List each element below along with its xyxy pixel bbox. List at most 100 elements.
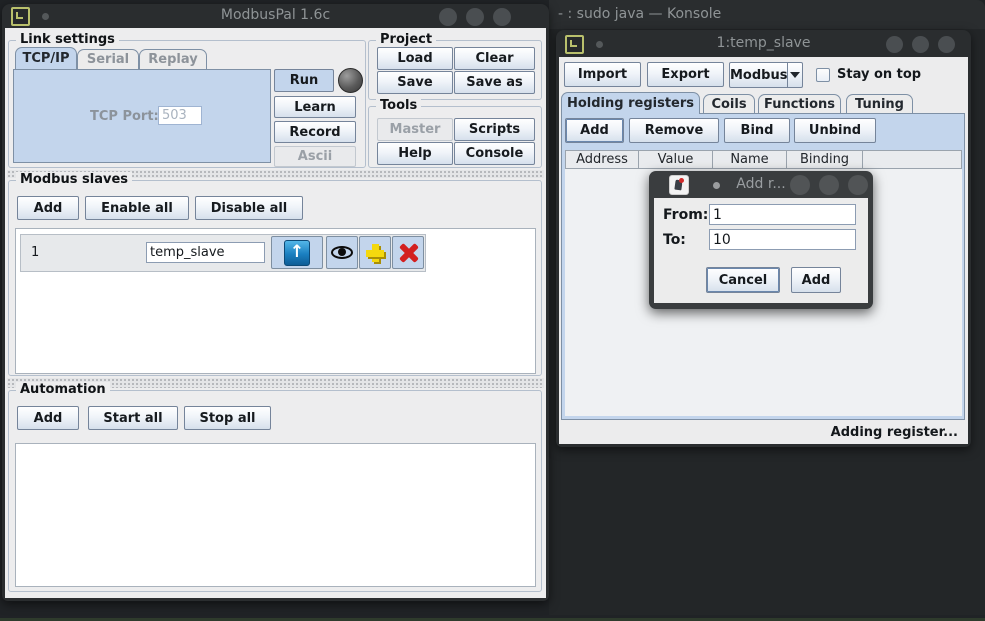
load-button[interactable]: Load (377, 47, 453, 70)
save-button[interactable]: Save (377, 71, 453, 94)
from-input[interactable] (709, 204, 856, 225)
add-register-button[interactable]: Add (565, 118, 624, 143)
column-header[interactable]: Address (565, 150, 639, 169)
project-group: Project Load Clear Save Save as (368, 40, 542, 100)
unbind-button[interactable]: Unbind (794, 118, 876, 143)
stay-on-top-checkbox[interactable] (816, 68, 830, 82)
tcpip-panel: TCP Port: (13, 69, 271, 163)
tcp-port-label: TCP Port: (90, 109, 159, 124)
tab-holding-registers[interactable]: Holding registers (561, 92, 700, 114)
tools-group: Tools Master Scripts Help Console (368, 106, 542, 168)
window-control-icon[interactable] (466, 8, 484, 26)
learn-button[interactable]: Learn (274, 96, 356, 118)
ascii-button: Ascii (274, 146, 356, 167)
tab-functions[interactable]: Functions (758, 94, 841, 114)
save-as-button[interactable]: Save as (454, 71, 535, 94)
run-status-led-icon (338, 68, 363, 93)
slave-id: 1 (31, 245, 39, 260)
tab-coils[interactable]: Coils (703, 94, 755, 114)
window-control-icon[interactable] (439, 8, 457, 26)
clear-button[interactable]: Clear (454, 47, 535, 70)
run-button[interactable]: Run (274, 69, 334, 92)
slaves-list: 1 ↑ (15, 228, 536, 374)
stop-all-button[interactable]: Stop all (184, 406, 271, 430)
modbuspal-content: Link settings TCP/IP Serial Replay TCP P… (5, 28, 546, 598)
scripts-button[interactable]: Scripts (454, 118, 535, 141)
window-control-icon[interactable] (938, 36, 955, 53)
window-control-icon[interactable] (819, 175, 839, 195)
app-icon (11, 7, 30, 26)
dialog-app-icon (669, 175, 689, 195)
record-button[interactable]: Record (274, 121, 356, 143)
registers-table-header: Address Value Name Binding (565, 150, 962, 169)
modbus-slaves-title: Modbus slaves (16, 172, 132, 188)
stay-on-top-label: Stay on top (837, 67, 921, 82)
column-header[interactable]: Binding (787, 150, 863, 169)
titlebar-dot-icon (42, 13, 49, 20)
protocol-selected-value: Modbus (730, 63, 787, 87)
dialog-titlebar[interactable]: Add r... (649, 171, 873, 198)
combo-arrow-button[interactable] (787, 63, 802, 87)
slave-name-input[interactable] (146, 242, 265, 263)
tab-tuning[interactable]: Tuning (846, 94, 913, 114)
status-message: Adding register... (831, 425, 958, 440)
window-control-icon[interactable] (912, 36, 929, 53)
app-icon (565, 35, 584, 54)
tab-replay[interactable]: Replay (139, 49, 207, 69)
window-control-icon[interactable] (790, 175, 810, 195)
desktop: - : sudo java — Konsole ModbusPal 1.6c L… (0, 0, 985, 621)
to-label: To: (663, 232, 686, 248)
titlebar-dot-icon (596, 41, 603, 48)
master-button: Master (377, 118, 453, 141)
slave-duplicate-button[interactable] (359, 236, 391, 269)
remove-register-button[interactable]: Remove (629, 118, 719, 143)
enable-all-button[interactable]: Enable all (85, 196, 189, 220)
automation-list (15, 443, 536, 587)
link-settings-title: Link settings (16, 32, 119, 48)
window-control-icon[interactable] (848, 175, 868, 195)
start-all-button[interactable]: Start all (88, 406, 178, 430)
up-arrow-icon: ↑ (284, 240, 310, 266)
column-header[interactable]: Name (713, 150, 787, 169)
add-slave-button[interactable]: Add (17, 196, 79, 220)
slave-row[interactable]: 1 ↑ (20, 234, 426, 272)
modbuspal-window: ModbusPal 1.6c Link settings TCP/IP Seri… (2, 4, 549, 601)
modbuspal-titlebar[interactable]: ModbusPal 1.6c (2, 4, 549, 28)
tab-serial[interactable]: Serial (77, 49, 139, 69)
from-label: From: (663, 207, 708, 223)
help-button[interactable]: Help (377, 142, 453, 165)
link-settings-group: Link settings TCP/IP Serial Replay TCP P… (8, 40, 366, 168)
dialog-content: From: To: Cancel Add (654, 198, 868, 303)
dialog-cancel-button[interactable]: Cancel (706, 267, 780, 293)
eye-icon (331, 246, 353, 259)
bind-button[interactable]: Bind (724, 118, 790, 143)
modbus-slaves-group: Modbus slaves Add Enable all Disable all… (8, 180, 542, 376)
konsole-titlebar[interactable]: - : sudo java — Konsole (549, 0, 985, 29)
column-header-filler (863, 150, 962, 169)
window-control-icon[interactable] (886, 36, 903, 53)
yellow-plus-icon (365, 243, 385, 263)
slave-view-button[interactable] (326, 236, 358, 269)
dialog-add-button[interactable]: Add (791, 267, 841, 293)
slave-delete-button[interactable] (392, 236, 424, 269)
column-header[interactable]: Value (639, 150, 713, 169)
add-registers-dialog: Add r... From: To: Cancel Add (649, 171, 873, 309)
project-title: Project (376, 32, 436, 48)
to-input[interactable] (709, 229, 856, 250)
export-button[interactable]: Export (647, 62, 724, 87)
automation-title: Automation (16, 382, 110, 398)
tcp-port-input[interactable] (158, 106, 202, 125)
disable-all-button[interactable]: Disable all (195, 196, 303, 220)
titlebar-dot-icon (713, 182, 720, 189)
import-button[interactable]: Import (564, 62, 641, 87)
automation-group: Automation Add Start all Stop all (8, 390, 542, 592)
red-x-icon (398, 243, 418, 263)
slave-enable-toggle-button[interactable]: ↑ (271, 236, 323, 269)
slave-titlebar[interactable]: 1:temp_slave (556, 30, 971, 57)
console-button[interactable]: Console (454, 142, 535, 165)
protocol-combobox[interactable]: Modbus (729, 62, 803, 88)
add-automation-button[interactable]: Add (17, 406, 79, 430)
window-control-icon[interactable] (493, 8, 511, 26)
tab-tcpip[interactable]: TCP/IP (15, 47, 77, 69)
tools-title: Tools (376, 98, 421, 114)
